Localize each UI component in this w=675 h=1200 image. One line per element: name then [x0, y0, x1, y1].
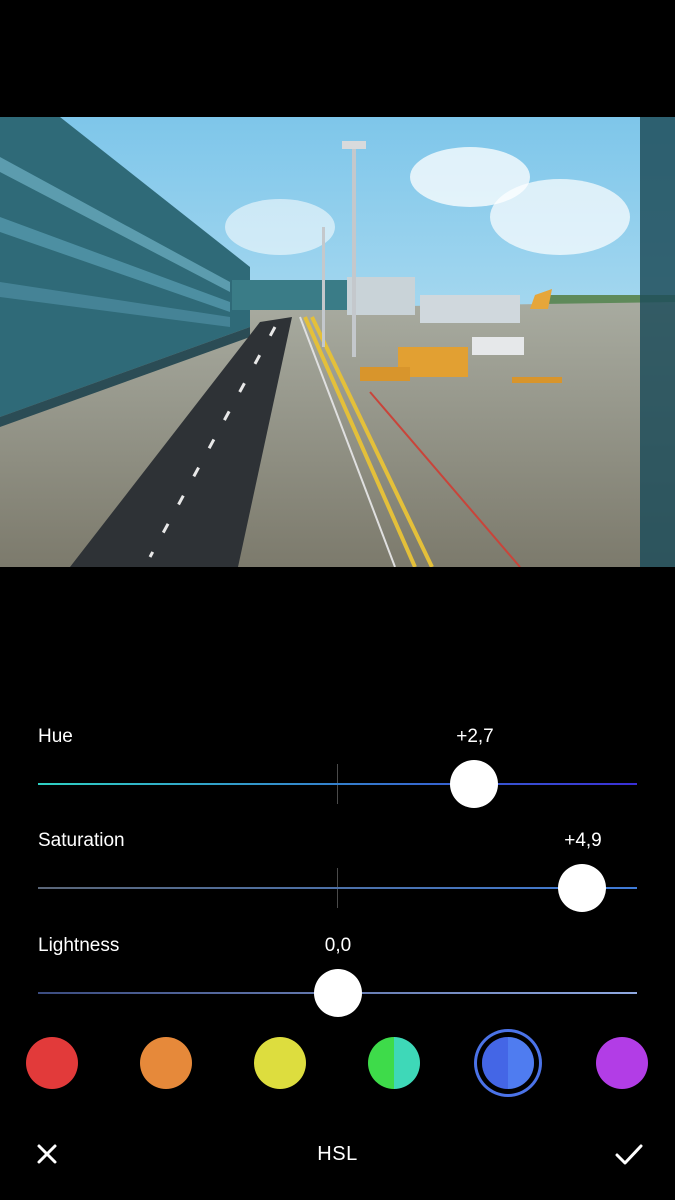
photo-preview	[0, 117, 675, 567]
saturation-value: +4,9	[564, 830, 602, 851]
hue-slider-handle[interactable]	[450, 760, 499, 808]
hue-label: Hue	[38, 726, 73, 747]
apply-button[interactable]	[612, 1139, 646, 1169]
saturation-track[interactable]	[38, 887, 637, 889]
lightness-slider-handle[interactable]	[313, 969, 362, 1017]
saturation-label: Saturation	[38, 830, 125, 851]
color-swatch-red[interactable]	[26, 1037, 78, 1089]
color-swatch-yellow[interactable]	[254, 1037, 306, 1089]
photo-image	[0, 117, 675, 567]
check-icon	[615, 1144, 643, 1165]
saturation-slider-handle[interactable]	[557, 864, 606, 912]
color-swatch-blue[interactable]	[482, 1037, 534, 1089]
color-swatch-green[interactable]	[368, 1037, 420, 1089]
hue-track[interactable]	[38, 783, 637, 785]
bottom-toolbar: HSL	[0, 1125, 675, 1185]
lightness-value: 0,0	[324, 935, 352, 956]
color-swatch-purple[interactable]	[596, 1037, 648, 1089]
color-swatch-orange[interactable]	[140, 1037, 192, 1089]
screen-title: HSL	[317, 1143, 358, 1165]
hue-value: +2,7	[456, 726, 494, 747]
lightness-label: Lightness	[38, 935, 120, 956]
